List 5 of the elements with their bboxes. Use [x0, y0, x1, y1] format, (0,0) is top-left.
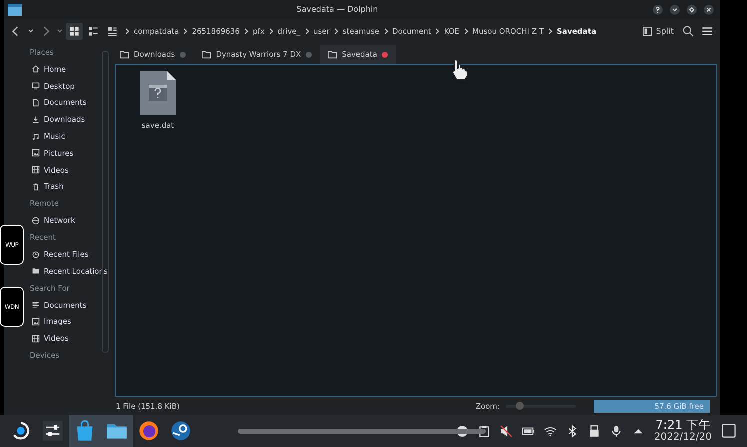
- clock-time: 7:21 下午: [656, 418, 711, 432]
- window-title: Savedata — Dolphin: [296, 5, 380, 14]
- clock-date: 2022/12/20: [654, 432, 712, 444]
- split-button[interactable]: Split: [639, 24, 678, 38]
- clock[interactable]: 7:21 下午 2022/12/20: [654, 418, 712, 444]
